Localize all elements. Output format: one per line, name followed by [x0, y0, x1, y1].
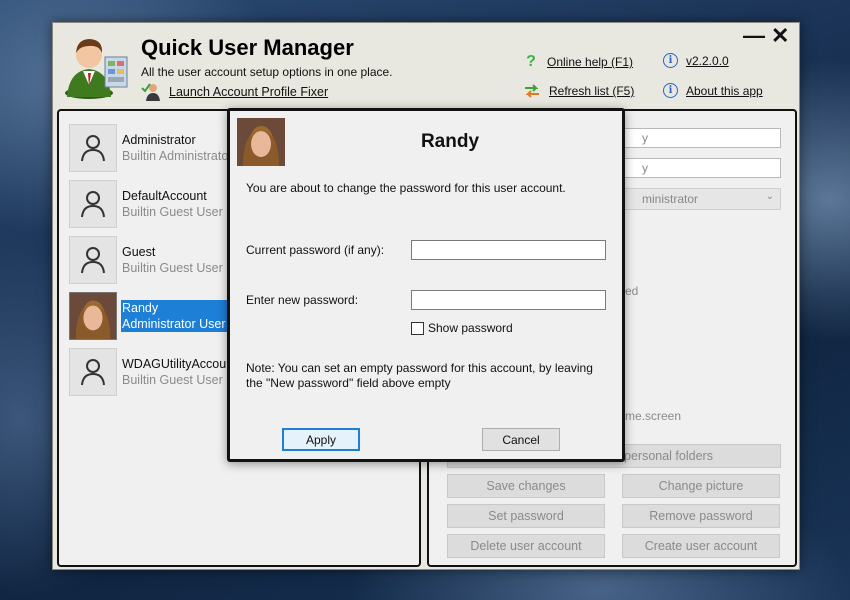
show-password-label: Show password [428, 321, 513, 335]
current-password-label: Current password (if any): [246, 243, 385, 257]
current-password-input[interactable] [411, 240, 606, 260]
user-role: Builtin Guest User [122, 261, 223, 275]
user-photo-image [237, 118, 285, 166]
user-silhouette-icon [81, 191, 105, 218]
note-line-1: Note: You can set an empty password for … [246, 361, 593, 375]
launch-profile-fixer-link[interactable]: Launch Account Profile Fixer [141, 82, 328, 102]
description-value-tail: y [642, 161, 648, 175]
welcome-screen-text-tail: me.screen [625, 409, 682, 423]
user-role: Builtin Guest User [122, 205, 223, 219]
personal-folders-label: personal folders [624, 449, 713, 463]
checkbox-box [411, 321, 424, 335]
full-name-value-tail: y [642, 131, 648, 145]
user-silhouette-icon [81, 247, 105, 274]
note-line-2: the "New password" field above empty [246, 376, 451, 390]
refresh-arrows-icon [525, 84, 539, 98]
user-name: Administrator [122, 133, 196, 147]
user-silhouette-icon [81, 135, 105, 162]
user-role: Administrator User [122, 317, 226, 331]
create-user-account-button[interactable]: Create user account [622, 534, 780, 558]
chevron-down-icon: ⌄ [765, 191, 774, 202]
account-type-value-tail: ministrator [642, 192, 699, 206]
new-password-label: Enter new password: [246, 293, 359, 307]
user-photo [69, 292, 117, 340]
set-password-dialog: Randy You are about to change the passwo… [227, 108, 625, 462]
user-name: DefaultAccount [122, 189, 207, 203]
launch-profile-fixer-label: Launch Account Profile Fixer [169, 85, 329, 99]
user-name: Guest [122, 245, 156, 259]
delete-user-account-button[interactable]: Delete user account [447, 534, 605, 558]
user-photo-image [70, 293, 116, 339]
info-icon: i [663, 83, 678, 98]
minimize-button[interactable]: — [743, 25, 765, 47]
about-app-link[interactable]: i About this app [663, 83, 763, 98]
show-password-checkbox[interactable]: Show password [411, 321, 513, 335]
avatar [69, 236, 117, 284]
set-password-button[interactable]: Set password [447, 504, 605, 528]
user-name: WDAGUtilityAccount [122, 357, 237, 371]
version-link[interactable]: i v2.2.0.0 [663, 53, 729, 68]
cancel-button[interactable]: Cancel [482, 428, 560, 451]
help-question-icon: ? [526, 53, 536, 70]
app-header: Quick User Manager All the user account … [53, 23, 799, 107]
refresh-list-label: Refresh list (F5) [549, 84, 635, 98]
change-picture-button[interactable]: Change picture [622, 474, 780, 498]
dialog-title: Randy [420, 131, 480, 152]
avatar [69, 348, 117, 396]
user-role: Builtin Administrator [122, 149, 233, 163]
version-label: v2.2.0.0 [686, 53, 729, 68]
about-app-label: About this app [686, 83, 763, 98]
info-icon: i [663, 53, 678, 68]
avatar [69, 180, 117, 228]
refresh-list-link[interactable]: Refresh list (F5) [523, 83, 634, 99]
remove-password-button[interactable]: Remove password [622, 504, 780, 528]
user-name: Randy [122, 301, 159, 315]
app-subtitle: All the user account setup options in on… [141, 65, 393, 79]
profile-fixer-icon [141, 83, 160, 101]
user-role: Builtin Guest User [122, 373, 223, 387]
user-silhouette-icon [81, 359, 105, 386]
apply-button[interactable]: Apply [282, 428, 360, 451]
dialog-intro-text: You are about to change the password for… [246, 181, 566, 195]
save-changes-button[interactable]: Save changes [447, 474, 605, 498]
online-help-label: Online help (F1) [547, 55, 634, 69]
close-button[interactable]: ✕ [771, 25, 789, 47]
app-title: Quick User Manager [141, 35, 354, 60]
online-help-link[interactable]: ? Online help (F1) [523, 53, 633, 71]
account-status-text-tail: ed [625, 284, 639, 298]
app-logo-icon [65, 39, 128, 99]
avatar [69, 124, 117, 172]
new-password-input[interactable] [411, 290, 606, 310]
